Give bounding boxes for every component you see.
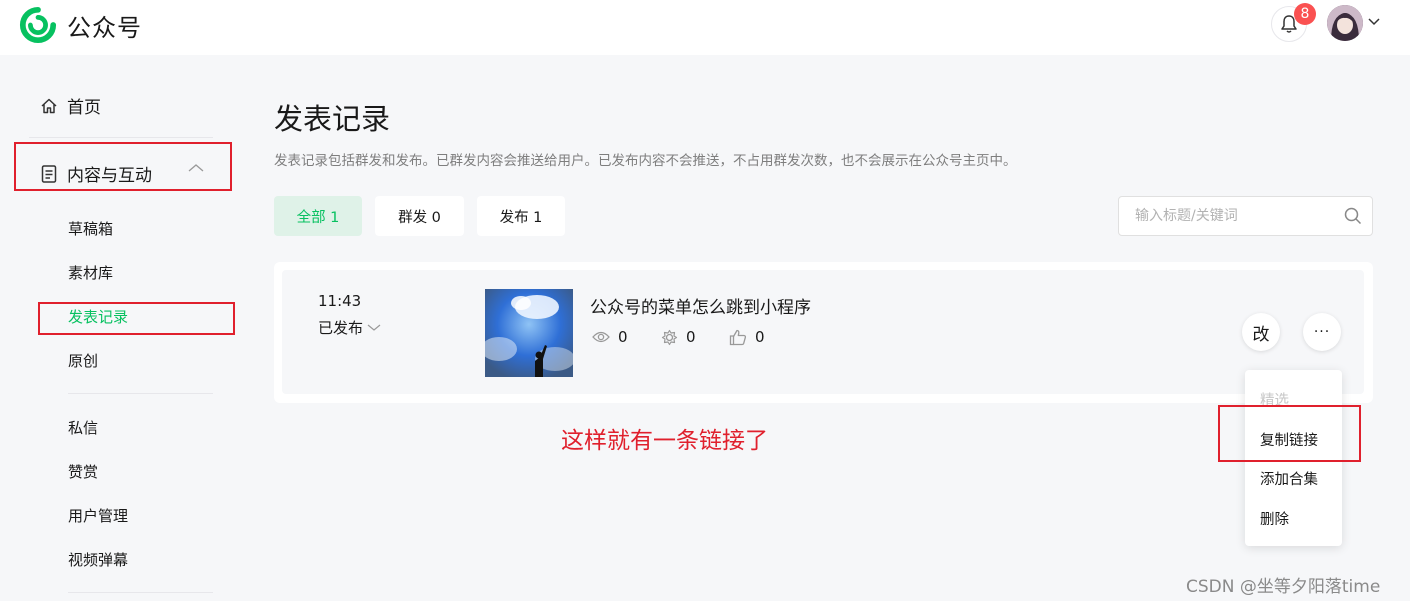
menu-item-delete[interactable]: 删除	[1260, 508, 1289, 529]
more-button[interactable]: ···	[1303, 313, 1341, 351]
tab-mass-send[interactable]: 群发 0	[375, 196, 464, 236]
search-box	[1118, 196, 1373, 236]
chevron-down-icon	[367, 324, 381, 331]
avatar[interactable]	[1327, 5, 1363, 41]
record-status[interactable]: 已发布	[318, 317, 381, 338]
sidebar-item-messages[interactable]: 私信	[68, 417, 98, 438]
sidebar-item-materials[interactable]: 素材库	[68, 262, 113, 283]
home-icon	[41, 98, 57, 113]
chevron-down-icon[interactable]	[1368, 18, 1380, 26]
search-icon[interactable]	[1344, 207, 1362, 225]
record-status-label: 已发布	[318, 319, 364, 337]
sidebar-divider	[68, 393, 213, 394]
app-logo[interactable]: 公众号	[19, 6, 142, 44]
stat-views-value: 0	[618, 328, 628, 346]
annotation-text: 这样就有一条链接了	[561, 428, 768, 454]
stat-shares: 0	[661, 328, 696, 346]
notification-badge: 8	[1294, 3, 1316, 25]
top-bar: 公众号 8	[0, 0, 1410, 55]
stat-views: 0	[592, 328, 628, 346]
record-time: 11:43	[318, 292, 362, 310]
sidebar-item-original[interactable]: 原创	[68, 350, 98, 371]
highlight-box-copy-link	[1218, 405, 1361, 462]
page-description: 发表记录包括群发和发布。已群发内容会推送给用户。已发布内容不会推送，不占用群发次…	[274, 153, 1017, 169]
edit-button[interactable]: 改	[1242, 313, 1280, 351]
stat-shares-value: 0	[686, 328, 696, 346]
article-thumbnail[interactable]	[485, 289, 573, 377]
search-input[interactable]	[1135, 197, 1345, 235]
sidebar-item-video-danmaku[interactable]: 视频弹幕	[68, 549, 128, 570]
stat-likes-value: 0	[755, 328, 765, 346]
sidebar-item-user-management[interactable]: 用户管理	[68, 505, 128, 526]
sidebar-item-label: 首页	[67, 98, 101, 118]
sidebar-item-appreciation[interactable]: 赞赏	[68, 461, 98, 482]
stat-likes: 0	[729, 328, 765, 346]
article-title[interactable]: 公众号的菜单怎么跳到小程序	[590, 293, 811, 318]
app-name: 公众号	[67, 13, 142, 42]
tab-publish[interactable]: 发布 1	[477, 196, 565, 236]
page-title: 发表记录	[274, 102, 391, 136]
watermark: CSDN @坐等夕阳落time	[1186, 577, 1381, 597]
highlight-box-publish-records	[38, 302, 235, 335]
thumbs-up-icon	[729, 329, 747, 345]
logo-icon	[19, 6, 57, 44]
sidebar-item-drafts[interactable]: 草稿箱	[68, 218, 113, 239]
avatar-image	[1327, 5, 1363, 41]
eye-icon	[592, 331, 610, 343]
sidebar-divider	[29, 137, 213, 138]
sidebar-divider	[68, 592, 213, 593]
record-row[interactable]	[282, 270, 1364, 394]
menu-item-add-collection[interactable]: 添加合集	[1260, 468, 1318, 489]
highlight-box-group	[14, 142, 232, 191]
tab-all[interactable]: 全部 1	[274, 196, 362, 236]
sidebar-item-home[interactable]: 首页	[40, 93, 101, 118]
thumbnail-image	[485, 289, 573, 377]
share-icon	[661, 329, 678, 345]
